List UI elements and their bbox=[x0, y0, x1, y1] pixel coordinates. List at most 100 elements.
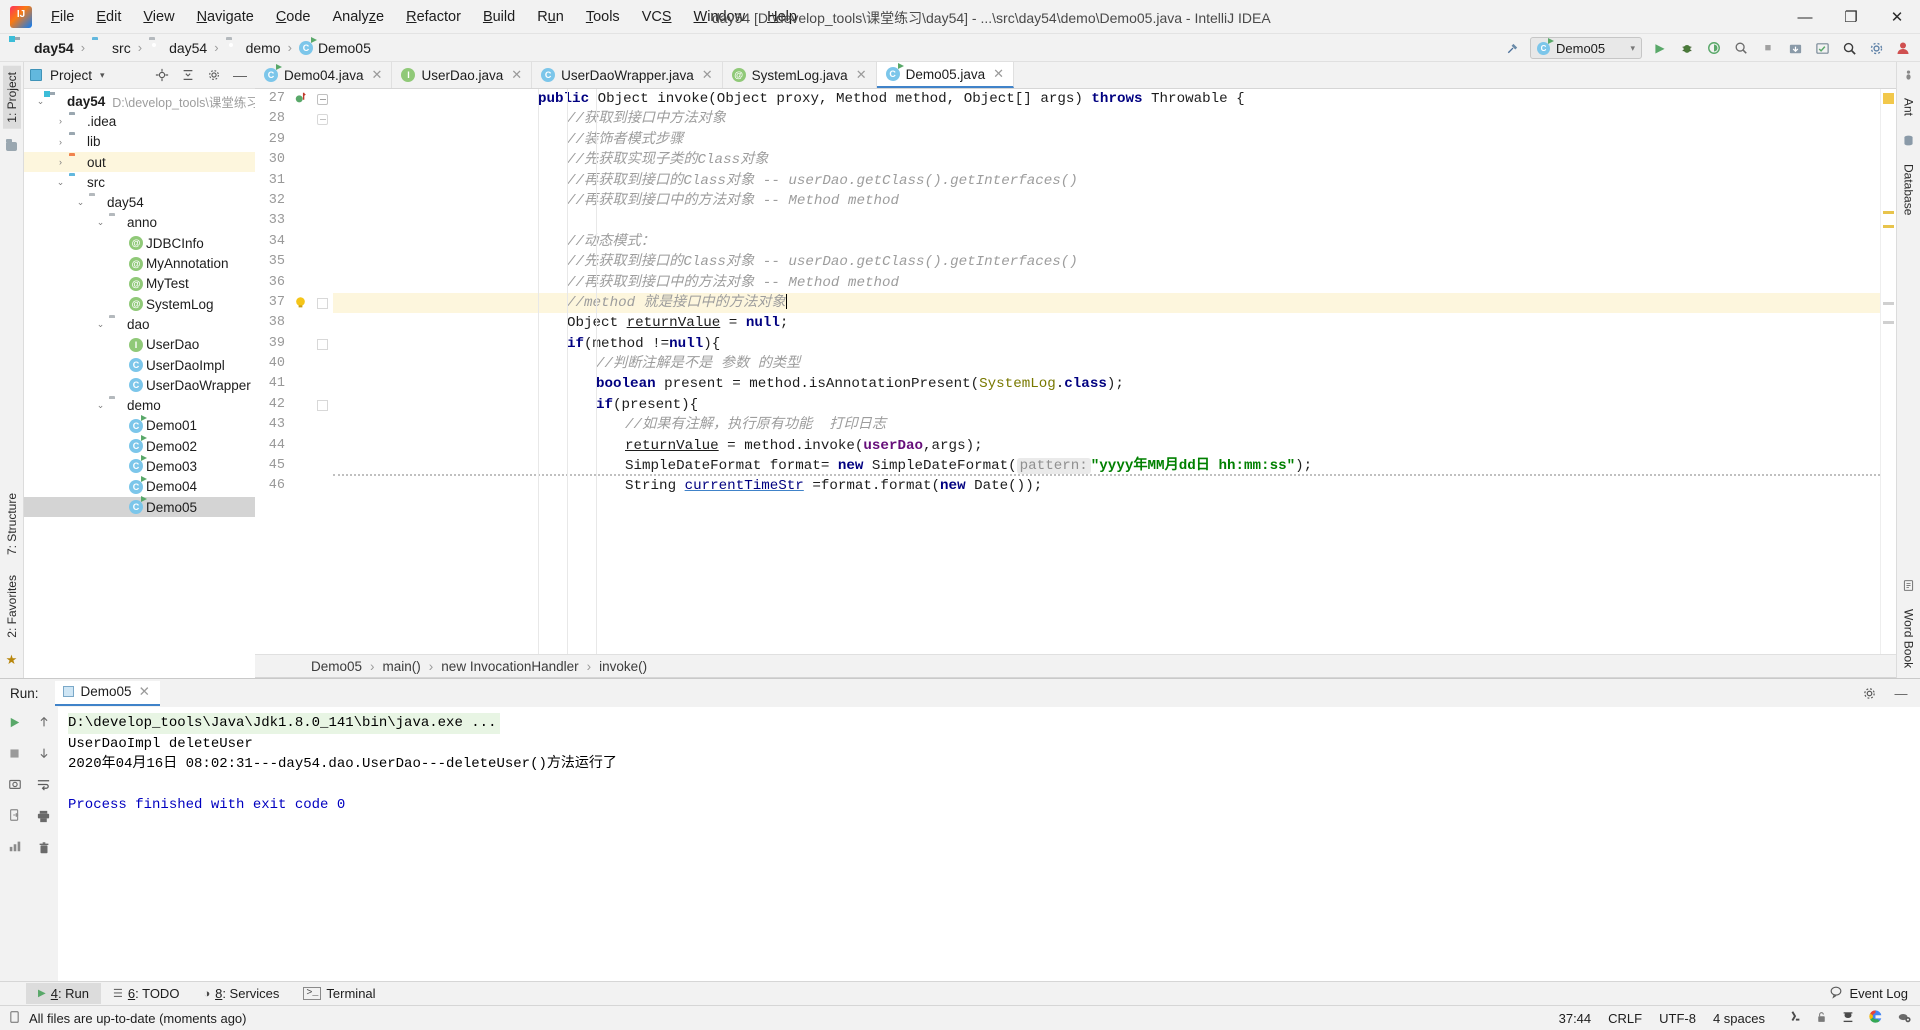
tree-node-lib[interactable]: › lib bbox=[24, 132, 255, 152]
stop-icon[interactable]: ■ bbox=[1759, 39, 1777, 57]
run-with-coverage-icon[interactable] bbox=[1705, 39, 1723, 57]
tree-node--idea[interactable]: › .idea bbox=[24, 111, 255, 131]
close-icon[interactable]: ✕ bbox=[139, 684, 150, 700]
locate-icon[interactable] bbox=[153, 66, 171, 84]
tree-node-userdaowrapper[interactable]: C UserDaoWrapper bbox=[24, 375, 255, 395]
commit-icon[interactable] bbox=[1813, 39, 1831, 57]
fold-marker[interactable] bbox=[317, 339, 328, 350]
toolwindow-button-run[interactable]: ▶ 4: Run bbox=[26, 983, 102, 1004]
indent-setting[interactable]: 4 spaces bbox=[1713, 1011, 1765, 1026]
chevron-down-icon[interactable]: ⌄ bbox=[34, 96, 47, 107]
tree-node-out[interactable]: › out bbox=[24, 151, 255, 173]
tree-node-day54[interactable]: ⌄ day54 bbox=[24, 192, 255, 212]
down-icon[interactable] bbox=[37, 746, 51, 763]
menu-item-run[interactable]: Run bbox=[526, 6, 575, 28]
tree-node-systemlog[interactable]: @ SystemLog bbox=[24, 294, 255, 314]
toolwindow-button-todo[interactable]: ☰ 6: TODO bbox=[101, 983, 191, 1004]
print-icon[interactable] bbox=[36, 809, 51, 827]
line-separator[interactable]: CRLF bbox=[1608, 1011, 1642, 1026]
toolwindow-button-terminal[interactable]: >_ Terminal bbox=[291, 983, 387, 1004]
code-content[interactable]: public Object invoke(Object proxy, Metho… bbox=[333, 89, 1880, 654]
tree-node-myannotation[interactable]: @ MyAnnotation bbox=[24, 253, 255, 273]
run-configuration-selector[interactable]: C Demo05 ▾ bbox=[1530, 37, 1642, 59]
editor-area[interactable]: 27 28 29 30 31 32 33 34 35 36 37 38 39 40 41 42 43 44 45 46 bbox=[255, 89, 1896, 654]
chevron-down-icon[interactable]: ▾ bbox=[100, 70, 105, 81]
marker-warning[interactable] bbox=[1883, 93, 1894, 104]
editor-tabs[interactable]: C Demo04.java ✕ I UserDao.java ✕ C UserDaoWrapp… bbox=[255, 62, 1896, 89]
rerun-icon[interactable] bbox=[7, 715, 22, 733]
close-icon[interactable]: ✕ bbox=[856, 67, 867, 83]
search-icon[interactable] bbox=[1840, 39, 1858, 57]
tree-node-demo03[interactable]: C Demo03 bbox=[24, 455, 255, 476]
hide-icon[interactable]: — bbox=[231, 66, 249, 84]
editor-marker-bar[interactable] bbox=[1880, 89, 1896, 654]
chevron-down-icon[interactable]: ⌄ bbox=[94, 400, 107, 411]
fold-marker[interactable] bbox=[317, 298, 328, 309]
code-folding-strip[interactable] bbox=[313, 89, 333, 654]
maximize-button[interactable]: ❐ bbox=[1828, 0, 1874, 34]
trash-icon[interactable] bbox=[37, 841, 51, 858]
breadcrumb-item-src[interactable]: src bbox=[112, 40, 131, 56]
tree-node-userdao[interactable]: I UserDao bbox=[24, 335, 255, 355]
account-icon[interactable] bbox=[1894, 39, 1912, 57]
gear-icon[interactable] bbox=[1860, 684, 1878, 702]
editor-tab-demo04-java[interactable]: C Demo04.java ✕ bbox=[255, 62, 393, 88]
chevron-down-icon[interactable]: ⌄ bbox=[54, 177, 67, 188]
chevron-right-icon[interactable]: › bbox=[54, 157, 67, 167]
marker-info[interactable] bbox=[1883, 321, 1894, 324]
menu-item-navigate[interactable]: Navigate bbox=[186, 6, 265, 28]
menu-item-refactor[interactable]: Refactor bbox=[395, 6, 472, 28]
breadcrumb-item-demo05[interactable]: Demo05 bbox=[318, 40, 371, 56]
chevron-down-icon[interactable]: ⌄ bbox=[94, 319, 107, 330]
collapse-all-icon[interactable] bbox=[179, 66, 197, 84]
menu-item-file[interactable]: File bbox=[40, 6, 85, 28]
rail-tab-favorites[interactable]: 2: Favorites bbox=[3, 569, 21, 644]
profiler-icon[interactable] bbox=[1732, 39, 1750, 57]
editor-tab-userdaowrapper-java[interactable]: C UserDaoWrapper.java ✕ bbox=[532, 62, 723, 88]
tree-node-mytest[interactable]: @ MyTest bbox=[24, 274, 255, 294]
debug-icon[interactable] bbox=[1678, 39, 1696, 57]
marker-info[interactable] bbox=[1883, 302, 1894, 305]
project-tree[interactable]: ⌄ day54 D:\develop_tools\课堂练习 › .idea › lib › ou… bbox=[24, 89, 255, 678]
menu-item-code[interactable]: Code bbox=[265, 6, 322, 28]
marker-warning[interactable] bbox=[1883, 211, 1894, 214]
breadcrumb-item-demo[interactable]: demo bbox=[246, 40, 281, 56]
close-icon[interactable]: ✕ bbox=[993, 66, 1004, 82]
tree-node-demo[interactable]: ⌄ demo bbox=[24, 395, 255, 415]
marker-warning[interactable] bbox=[1883, 225, 1894, 228]
editor-breadcrumb-item[interactable]: main() bbox=[383, 659, 421, 674]
chevron-right-icon[interactable]: › bbox=[54, 137, 67, 147]
file-encoding[interactable]: UTF-8 bbox=[1659, 1011, 1696, 1026]
gear-icon[interactable] bbox=[205, 66, 223, 84]
run-button[interactable]: ▶ bbox=[1651, 39, 1669, 57]
tree-node-demo04[interactable]: C Demo04 bbox=[24, 475, 255, 497]
close-button[interactable]: ✕ bbox=[1874, 0, 1920, 34]
menu-item-vcs[interactable]: VCS bbox=[631, 6, 683, 28]
settings-cloud-icon[interactable] bbox=[1896, 1010, 1912, 1027]
editor-breadcrumb-item[interactable]: invoke() bbox=[599, 659, 647, 674]
fold-marker[interactable] bbox=[317, 94, 328, 105]
menu-item-tools[interactable]: Tools bbox=[575, 6, 631, 28]
settings-icon[interactable] bbox=[1867, 39, 1885, 57]
chevron-down-icon[interactable]: ⌄ bbox=[94, 217, 107, 228]
close-icon[interactable]: ✕ bbox=[372, 67, 383, 83]
editor-tab-systemlog-java[interactable]: @ SystemLog.java ✕ bbox=[723, 62, 877, 88]
intention-bulb-icon[interactable] bbox=[293, 295, 308, 315]
chevron-down-icon[interactable]: ⌄ bbox=[74, 197, 87, 208]
tree-node-demo01[interactable]: C Demo01 bbox=[24, 414, 255, 436]
export-icon[interactable] bbox=[8, 808, 22, 825]
fold-marker[interactable] bbox=[317, 400, 328, 411]
breadcrumb-item-day54-pkg[interactable]: day54 bbox=[169, 40, 207, 56]
stop-icon[interactable] bbox=[8, 747, 21, 763]
tree-node-jdbcinfo[interactable]: @ JDBCInfo bbox=[24, 233, 255, 253]
hide-icon[interactable]: — bbox=[1892, 684, 1910, 702]
toolwindow-button-services[interactable]: ◑ 8: Services bbox=[191, 983, 291, 1004]
editor-tab-demo05-java[interactable]: C Demo05.java ✕ bbox=[876, 62, 1015, 88]
rail-tab-structure[interactable]: 7: Structure bbox=[3, 487, 21, 561]
soft-wrap-icon[interactable] bbox=[36, 777, 51, 795]
rail-tab-ant[interactable]: Ant bbox=[1900, 92, 1918, 122]
chevron-right-icon[interactable]: › bbox=[54, 116, 67, 126]
tree-node-userdaoimpl[interactable]: C UserDaoImpl bbox=[24, 355, 255, 375]
up-icon[interactable] bbox=[37, 715, 51, 732]
google-icon[interactable] bbox=[1868, 1009, 1883, 1027]
